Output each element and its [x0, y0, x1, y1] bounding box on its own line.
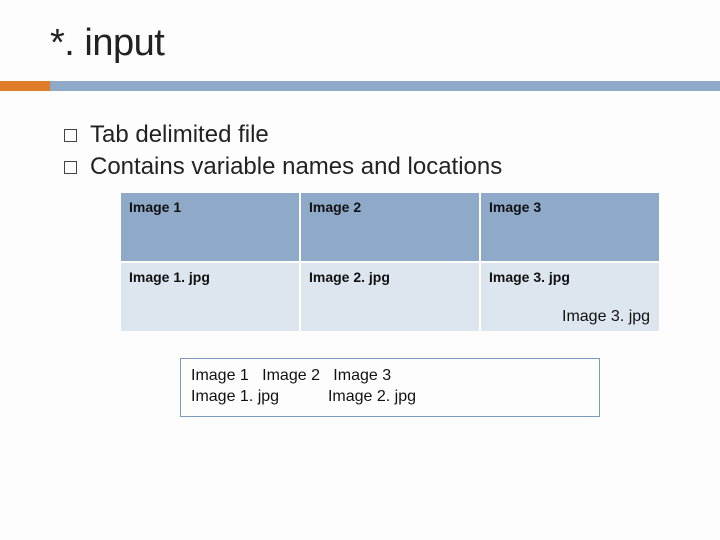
raw-line: Image 1. jpg Image 2. jpg [191, 386, 589, 408]
title-area: *. input [0, 0, 720, 65]
content-area: Tab delimited file Contains variable nam… [0, 91, 720, 417]
bullet-list: Tab delimited file Contains variable nam… [50, 119, 670, 184]
accent-orange [0, 81, 50, 91]
table-header-cell: Image 1 [120, 192, 300, 262]
table-header-cell: Image 2 [300, 192, 480, 262]
bullet-item: Contains variable names and locations [64, 151, 670, 183]
bullet-item: Tab delimited file [64, 119, 670, 151]
table-data-cell: Image 1. jpg [120, 262, 300, 332]
table-header-cell: Image 3 [480, 192, 660, 262]
table-data-cell: Image 2. jpg [300, 262, 480, 332]
raw-trailing-text: Image 3. jpg [562, 308, 650, 326]
raw-text-box: Image 1 Image 2 Image 3 Image 1. jpg Ima… [180, 358, 600, 417]
accent-blue [50, 81, 720, 91]
slide-title: *. input [50, 22, 720, 65]
raw-line: Image 1 Image 2 Image 3 [191, 365, 589, 387]
accent-bar [0, 81, 720, 91]
